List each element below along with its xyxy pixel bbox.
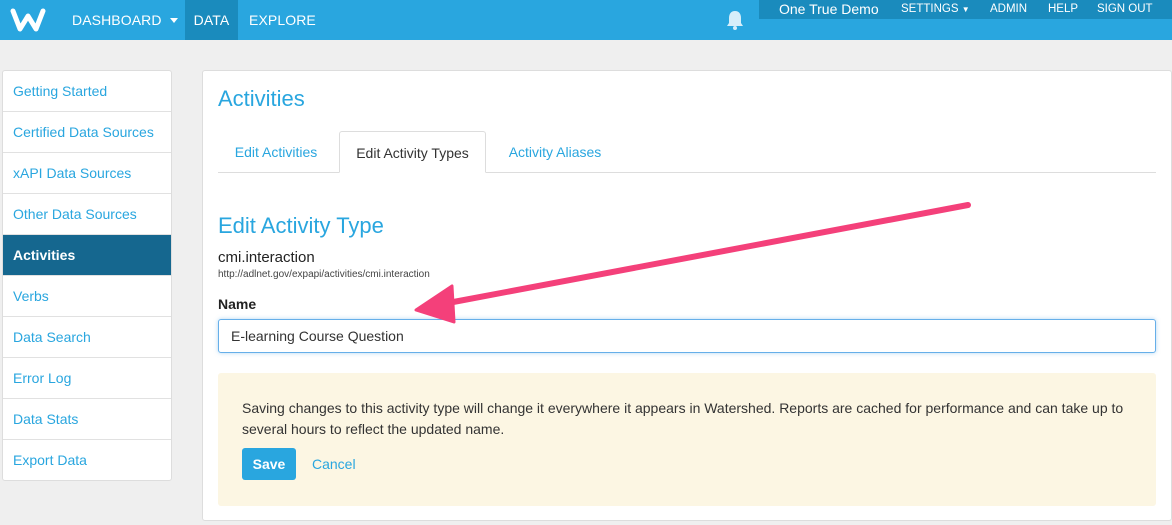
sidebar-item-data-stats[interactable]: Data Stats [3,399,171,440]
chevron-down-icon: ▼ [961,5,970,14]
settings-menu[interactable]: SETTINGS ▼ [901,0,970,19]
sidebar-item-certified-data-sources[interactable]: Certified Data Sources [3,112,171,153]
section-title: Edit Activity Type [218,213,384,238]
tab-edit-activities[interactable]: Edit Activities [218,131,334,173]
page-title: Activities [218,86,305,111]
nav-data[interactable]: DATA [185,0,238,40]
nav-dashboard[interactable]: DASHBOARD [72,0,162,40]
org-name[interactable]: One True Demo [779,0,879,19]
notice-text: Saving changes to this activity type wil… [242,400,1124,437]
tab-edit-activity-types[interactable]: Edit Activity Types [339,131,486,173]
nav-explore[interactable]: EXPLORE [249,0,316,40]
activity-type-name: cmi.interaction [218,249,315,266]
sidebar-item-xapi-data-sources[interactable]: xAPI Data Sources [3,153,171,194]
tab-activity-aliases[interactable]: Activity Aliases [493,131,617,173]
warning-notice: Saving changes to this activity type wil… [218,373,1156,506]
activity-type-uri: http://adlnet.gov/expapi/activities/cmi.… [218,269,430,280]
cancel-button[interactable]: Cancel [312,448,356,480]
sidebar-item-getting-started[interactable]: Getting Started [3,71,171,112]
chevron-down-icon[interactable] [164,0,184,40]
name-label: Name [218,296,257,312]
sidebar-item-export-data[interactable]: Export Data [3,440,171,480]
help-link[interactable]: HELP [1048,0,1078,19]
sidebar-item-error-log[interactable]: Error Log [3,358,171,399]
sidebar: Getting Started Certified Data Sources x… [2,70,172,481]
save-button[interactable]: Save [242,448,296,480]
name-input[interactable] [218,319,1156,353]
sidebar-item-verbs[interactable]: Verbs [3,276,171,317]
sign-out-link[interactable]: SIGN OUT [1097,0,1153,19]
sidebar-item-activities[interactable]: Activities [3,235,171,276]
settings-label: SETTINGS [901,3,959,15]
watershed-logo-icon[interactable] [0,0,56,40]
admin-link[interactable]: ADMIN [990,0,1027,19]
bell-icon[interactable] [724,9,746,31]
sidebar-item-other-data-sources[interactable]: Other Data Sources [3,194,171,235]
sidebar-item-data-search[interactable]: Data Search [3,317,171,358]
